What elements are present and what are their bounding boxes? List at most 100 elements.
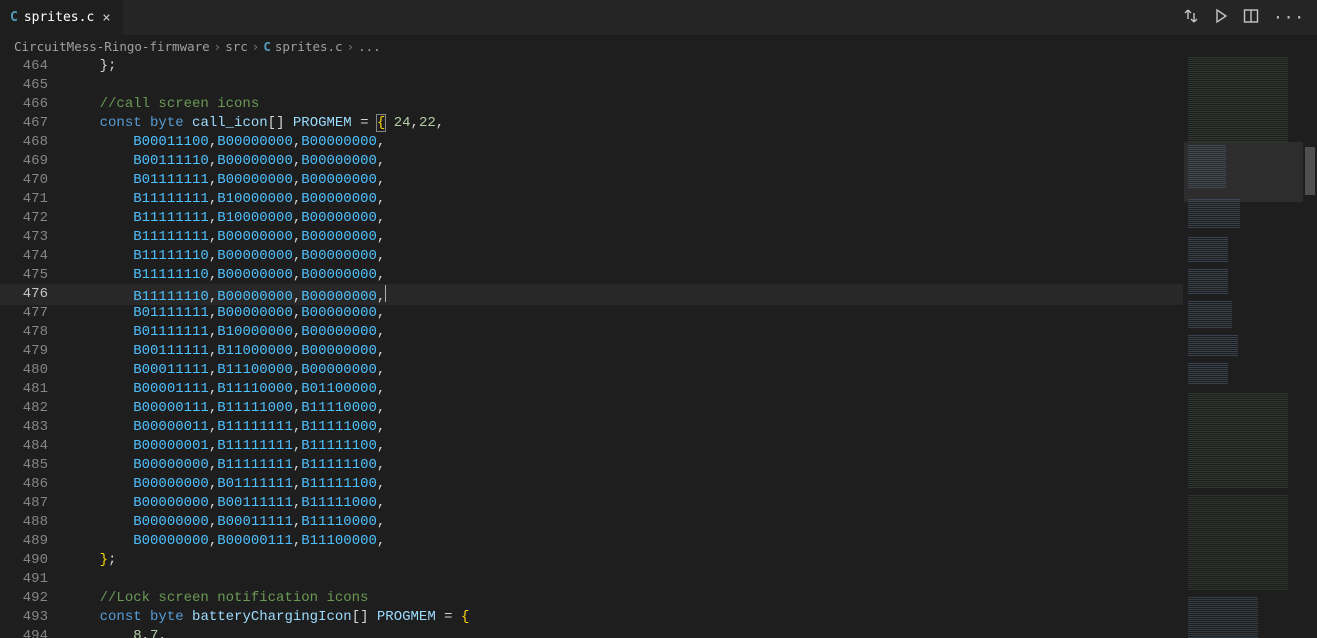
code-line[interactable]: 493 const byte batteryChargingIcon[] PRO…: [0, 608, 1183, 627]
line-number: 489: [0, 532, 66, 551]
code-line[interactable]: 490 };: [0, 551, 1183, 570]
code-content: B01111111,B00000000,B00000000,: [66, 304, 1183, 323]
code-line[interactable]: 492 //Lock screen notification icons: [0, 589, 1183, 608]
run-icon[interactable]: [1213, 8, 1229, 28]
breadcrumb-segment[interactable]: src: [225, 39, 248, 54]
code-content: const byte call_icon[] PROGMEM = { 24,22…: [66, 114, 1183, 133]
code-line[interactable]: 486 B00000000,B01111111,B11111100,: [0, 475, 1183, 494]
code-line[interactable]: 468 B00011100,B00000000,B00000000,: [0, 133, 1183, 152]
code-line[interactable]: 487 B00000000,B00111111,B11111000,: [0, 494, 1183, 513]
line-number: 467: [0, 114, 66, 133]
code-line[interactable]: 484 B00000001,B11111111,B11111100,: [0, 437, 1183, 456]
more-actions-icon[interactable]: ···: [1273, 8, 1305, 27]
tab-label: sprites.c: [24, 10, 94, 25]
code-line[interactable]: 474 B11111110,B00000000,B00000000,: [0, 247, 1183, 266]
line-number: 481: [0, 380, 66, 399]
code-line[interactable]: 466 //call screen icons: [0, 95, 1183, 114]
c-file-icon: C: [10, 10, 18, 25]
line-number: 476: [0, 285, 66, 304]
code-content: //Lock screen notification icons: [66, 589, 1183, 608]
chevron-right-icon: ›: [214, 39, 222, 54]
code-line[interactable]: 494 8,7,: [0, 627, 1183, 638]
tab-sprites-c[interactable]: C sprites.c ×: [0, 0, 124, 35]
code-content: B00000000,B00111111,B11111000,: [66, 494, 1183, 513]
line-number: 485: [0, 456, 66, 475]
code-line[interactable]: 481 B00001111,B11110000,B01100000,: [0, 380, 1183, 399]
line-number: 464: [0, 57, 66, 76]
code-content: B00011111,B11100000,B00000000,: [66, 361, 1183, 380]
code-line[interactable]: 467 const byte call_icon[] PROGMEM = { 2…: [0, 114, 1183, 133]
line-number: 479: [0, 342, 66, 361]
code-content: B00000000,B00000111,B11100000,: [66, 532, 1183, 551]
scrollbar-thumb[interactable]: [1305, 147, 1315, 195]
code-content: B11111111,B10000000,B00000000,: [66, 190, 1183, 209]
code-line[interactable]: 483 B00000011,B11111111,B11111000,: [0, 418, 1183, 437]
code-content: B00111110,B00000000,B00000000,: [66, 152, 1183, 171]
overview-ruler[interactable]: [1303, 57, 1317, 638]
compare-changes-icon[interactable]: [1183, 8, 1199, 28]
line-number: 482: [0, 399, 66, 418]
line-number: 493: [0, 608, 66, 627]
breadcrumb-file[interactable]: sprites.c: [275, 39, 343, 54]
code-content: const byte batteryChargingIcon[] PROGMEM…: [66, 608, 1183, 627]
line-number: 484: [0, 437, 66, 456]
breadcrumb-segment[interactable]: CircuitMess-Ringo-firmware: [14, 39, 210, 54]
code-content: B11111111,B10000000,B00000000,: [66, 209, 1183, 228]
code-line[interactable]: 472 B11111111,B10000000,B00000000,: [0, 209, 1183, 228]
line-number: 465: [0, 76, 66, 95]
split-editor-icon[interactable]: [1243, 8, 1259, 28]
chevron-right-icon: ›: [252, 39, 260, 54]
line-number: 488: [0, 513, 66, 532]
line-number: 491: [0, 570, 66, 589]
tabs-container: C sprites.c ×: [0, 0, 124, 35]
code-line[interactable]: 480 B00011111,B11100000,B00000000,: [0, 361, 1183, 380]
line-number: 477: [0, 304, 66, 323]
code-content: B00000000,B01111111,B11111100,: [66, 475, 1183, 494]
line-number: 473: [0, 228, 66, 247]
code-line[interactable]: 473 B11111111,B00000000,B00000000,: [0, 228, 1183, 247]
code-line[interactable]: 465: [0, 76, 1183, 95]
code-line[interactable]: 476 B11111110,B00000000,B00000000,: [0, 285, 1183, 304]
code-line[interactable]: 479 B00111111,B11000000,B00000000,: [0, 342, 1183, 361]
code-content: [66, 570, 1183, 589]
close-tab-icon[interactable]: ×: [100, 10, 112, 26]
code-content: B01111111,B10000000,B00000000,: [66, 323, 1183, 342]
editor-title-actions: ···: [1171, 0, 1317, 35]
line-number: 494: [0, 627, 66, 638]
text-editor[interactable]: 464 };465466 //call screen icons467 cons…: [0, 57, 1183, 638]
code-line[interactable]: 485 B00000000,B11111111,B11111100,: [0, 456, 1183, 475]
code-content: };: [66, 551, 1183, 570]
code-content: B00000000,B11111111,B11111100,: [66, 456, 1183, 475]
line-number: 469: [0, 152, 66, 171]
code-line[interactable]: 475 B11111110,B00000000,B00000000,: [0, 266, 1183, 285]
code-line[interactable]: 489 B00000000,B00000111,B11100000,: [0, 532, 1183, 551]
code-content: B01111111,B00000000,B00000000,: [66, 171, 1183, 190]
code-line[interactable]: 464 };: [0, 57, 1183, 76]
code-content: B00000011,B11111111,B11111000,: [66, 418, 1183, 437]
line-number: 472: [0, 209, 66, 228]
code-line[interactable]: 478 B01111111,B10000000,B00000000,: [0, 323, 1183, 342]
code-content: B11111110,B00000000,B00000000,: [66, 285, 1183, 304]
minimap[interactable]: [1183, 57, 1303, 638]
code-line[interactable]: 488 B00000000,B00011111,B11110000,: [0, 513, 1183, 532]
code-content: B00000111,B11111000,B11110000,: [66, 399, 1183, 418]
code-line[interactable]: 471 B11111111,B10000000,B00000000,: [0, 190, 1183, 209]
line-number: 468: [0, 133, 66, 152]
line-number: 486: [0, 475, 66, 494]
line-number: 478: [0, 323, 66, 342]
text-cursor: [385, 285, 386, 302]
code-content: B11111110,B00000000,B00000000,: [66, 266, 1183, 285]
code-line[interactable]: 477 B01111111,B00000000,B00000000,: [0, 304, 1183, 323]
code-line[interactable]: 469 B00111110,B00000000,B00000000,: [0, 152, 1183, 171]
code-line[interactable]: 470 B01111111,B00000000,B00000000,: [0, 171, 1183, 190]
line-number: 480: [0, 361, 66, 380]
code-line[interactable]: 482 B00000111,B11111000,B11110000,: [0, 399, 1183, 418]
breadcrumb-symbol[interactable]: ...: [358, 39, 381, 54]
code-content: };: [66, 57, 1183, 76]
code-content: 8,7,: [66, 627, 1183, 638]
line-number: 474: [0, 247, 66, 266]
line-number: 492: [0, 589, 66, 608]
breadcrumb[interactable]: CircuitMess-Ringo-firmware › src › C spr…: [0, 35, 1317, 57]
code-line[interactable]: 491: [0, 570, 1183, 589]
code-content: B00000001,B11111111,B11111100,: [66, 437, 1183, 456]
